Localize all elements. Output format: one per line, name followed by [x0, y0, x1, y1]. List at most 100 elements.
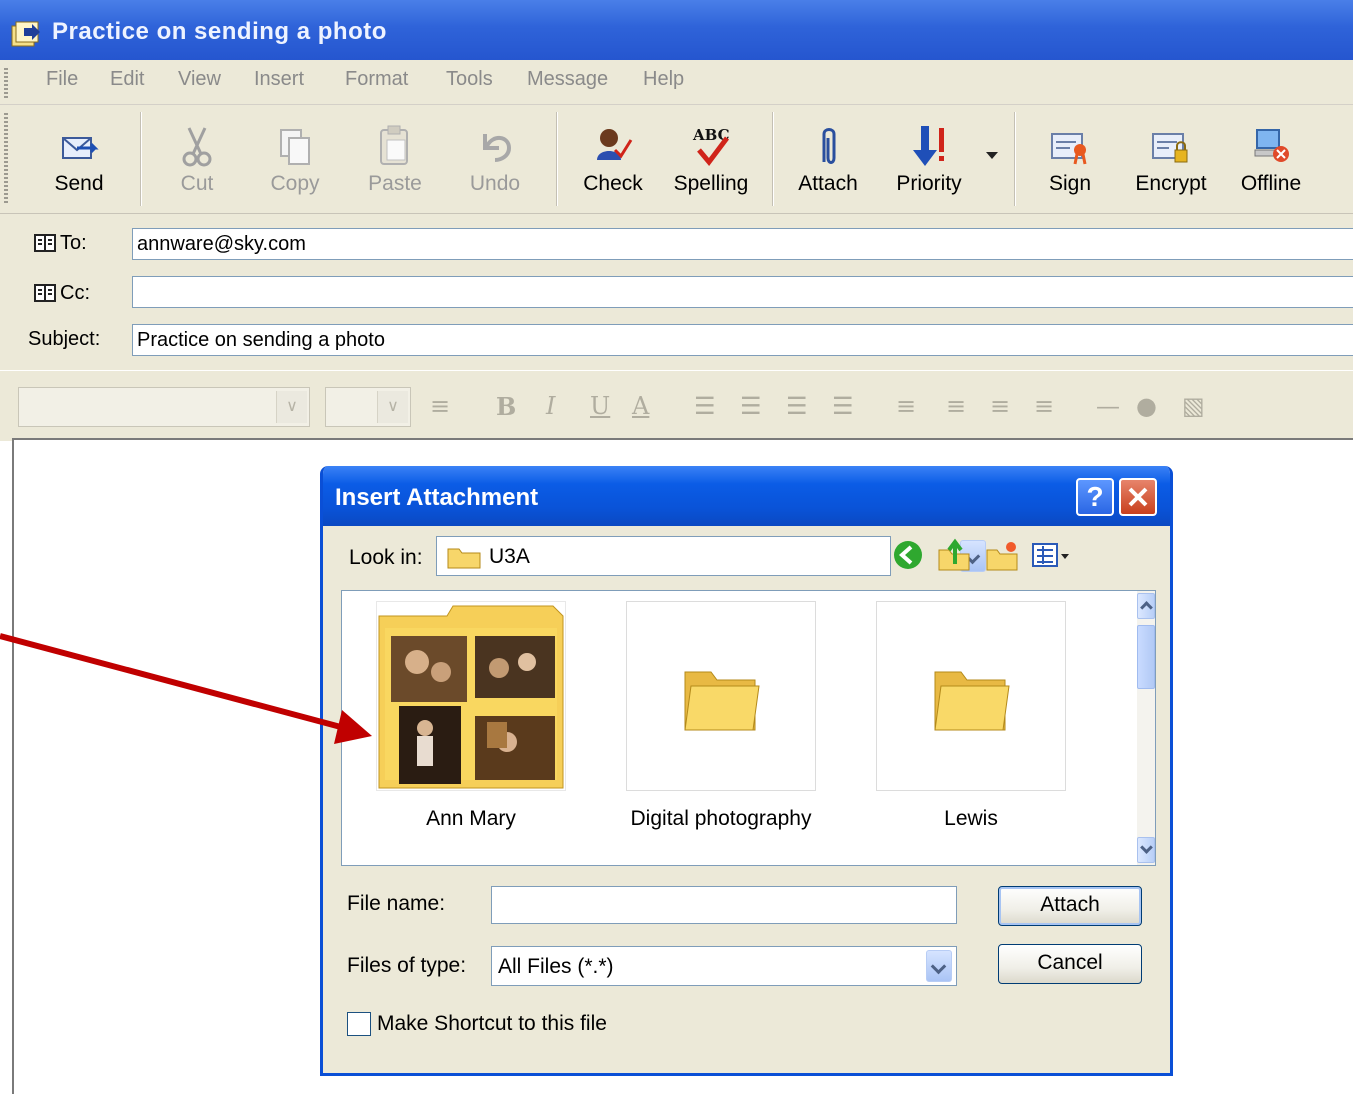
file-list[interactable]: Ann Mary Digital photography Lewis — [341, 590, 1156, 866]
vertical-scrollbar[interactable] — [1137, 591, 1155, 865]
paste-label: Paste — [368, 172, 422, 195]
menu-view[interactable]: View — [178, 68, 221, 91]
menu-format[interactable]: Format — [345, 68, 408, 91]
check-names-button[interactable]: Check — [568, 112, 658, 206]
paste-button[interactable]: Paste — [350, 112, 440, 206]
to-label[interactable]: To: — [60, 232, 87, 255]
cancel-button[interactable]: Cancel — [998, 944, 1142, 984]
help-button[interactable]: ? — [1076, 478, 1114, 516]
chevron-down-icon: ∨ — [377, 391, 408, 423]
cc-field[interactable] — [132, 276, 1353, 308]
align-left-icon[interactable]: ≡ — [896, 392, 916, 420]
menu-edit[interactable]: Edit — [110, 68, 144, 91]
paragraph-style-icon[interactable]: ≡ — [430, 392, 450, 420]
cut-button[interactable]: Cut — [152, 112, 242, 206]
align-right-icon[interactable]: ≡ — [990, 392, 1010, 420]
photo-folder-icon — [378, 605, 564, 789]
files-of-type-select[interactable]: All Files (*.*) — [491, 946, 957, 986]
sign-button[interactable]: Sign — [1025, 112, 1115, 206]
chevron-down-icon[interactable] — [926, 950, 952, 982]
font-size-select[interactable]: ∨ — [325, 387, 411, 427]
send-label: Send — [54, 172, 104, 195]
send-button[interactable]: Send — [34, 112, 124, 206]
priority-label: Priority — [896, 172, 962, 195]
underline-icon[interactable]: U — [590, 392, 610, 420]
scroll-up-button[interactable] — [1137, 593, 1155, 619]
menu-file[interactable]: File — [46, 68, 78, 91]
copy-icon — [280, 129, 310, 165]
decrease-indent-icon[interactable]: ☰ — [786, 392, 808, 420]
font-name-select[interactable]: ∨ — [18, 387, 310, 427]
spelling-button[interactable]: ABC Spelling — [666, 112, 756, 206]
toolbar-grip[interactable] — [4, 113, 8, 203]
scroll-down-button[interactable] — [1137, 837, 1155, 863]
menu-tools[interactable]: Tools — [446, 68, 493, 91]
close-button[interactable] — [1119, 478, 1157, 516]
address-book-icon[interactable] — [34, 234, 56, 252]
folder-item-ann-mary[interactable] — [376, 601, 566, 791]
subject-label: Subject: — [28, 328, 101, 350]
priority-dropdown-icon[interactable] — [986, 152, 998, 160]
send-icon — [62, 137, 99, 159]
look-in-value: U3A — [489, 545, 530, 568]
horizontal-line-icon[interactable]: — — [1096, 392, 1120, 420]
increase-indent-icon[interactable]: ☰ — [832, 392, 854, 420]
window-titlebar: Practice on sending a photo — [0, 0, 1353, 60]
menu-help[interactable]: Help — [643, 68, 684, 91]
look-in-select[interactable]: U3A — [436, 536, 986, 576]
undo-button[interactable]: Undo — [450, 112, 540, 206]
cut-label: Cut — [180, 172, 214, 195]
address-book-icon[interactable] — [34, 284, 56, 302]
offline-label: Offline — [1240, 172, 1302, 195]
offline-icon — [1254, 129, 1289, 162]
check-label: Check — [583, 172, 643, 195]
make-shortcut-checkbox[interactable] — [347, 1012, 371, 1036]
undo-label: Undo — [469, 172, 521, 195]
justify-icon[interactable]: ≡ — [1034, 392, 1054, 420]
italic-icon[interactable]: I — [546, 392, 555, 420]
menubar-grip[interactable] — [4, 68, 8, 98]
priority-button[interactable]: Priority — [884, 112, 974, 206]
mail-compose-icon — [11, 21, 40, 47]
folder-icon — [684, 671, 760, 731]
scissors-icon — [182, 127, 212, 167]
font-color-icon[interactable]: A — [632, 392, 649, 420]
toolbar-separator — [1014, 112, 1016, 206]
toolbar-separator — [772, 112, 774, 206]
bold-icon[interactable]: B — [496, 392, 516, 421]
copy-button[interactable]: Copy — [250, 112, 340, 206]
to-field[interactable]: annware@sky.com — [132, 228, 1353, 260]
folder-label: Ann Mary — [426, 807, 516, 830]
chevron-down-icon: ∨ — [276, 391, 307, 423]
align-center-icon[interactable]: ≡ — [946, 392, 966, 420]
scroll-thumb[interactable] — [1137, 625, 1155, 689]
attach-button[interactable]: Attach — [783, 112, 873, 206]
view-menu-icon[interactable] — [1031, 538, 1075, 572]
priority-icon — [913, 126, 944, 166]
bullet-list-icon[interactable]: ☰ — [740, 392, 762, 420]
menu-message[interactable]: Message — [527, 68, 608, 91]
numbered-list-icon[interactable]: ☰ — [694, 392, 716, 420]
folder-item-lewis[interactable] — [876, 601, 1066, 791]
spelling-icon: ABC — [692, 126, 730, 167]
subject-field[interactable]: Practice on sending a photo — [132, 324, 1353, 356]
insert-hyperlink-icon[interactable]: ● — [1136, 392, 1157, 420]
insert-picture-icon[interactable]: ▧ — [1182, 392, 1205, 420]
folder-label: Digital photography — [630, 807, 812, 830]
window-title: Practice on sending a photo — [52, 18, 387, 45]
make-shortcut-label[interactable]: Make Shortcut to this file — [377, 1012, 607, 1036]
menu-insert[interactable]: Insert — [254, 68, 304, 91]
sign-label: Sign — [1048, 172, 1092, 195]
up-one-level-icon[interactable] — [937, 538, 971, 572]
back-icon[interactable] — [891, 538, 925, 572]
offline-button[interactable]: Offline — [1226, 112, 1316, 206]
cc-label[interactable]: Cc: — [60, 282, 90, 305]
attach-button[interactable]: Attach — [998, 886, 1142, 926]
folder-item-digital-photography[interactable] — [626, 601, 816, 791]
file-name-input[interactable] — [491, 886, 957, 924]
new-folder-icon[interactable] — [985, 538, 1019, 572]
encrypt-button[interactable]: Encrypt — [1126, 112, 1216, 206]
folder-icon — [447, 548, 481, 569]
attach-label: Attach — [798, 172, 858, 195]
copy-label: Copy — [270, 172, 320, 195]
